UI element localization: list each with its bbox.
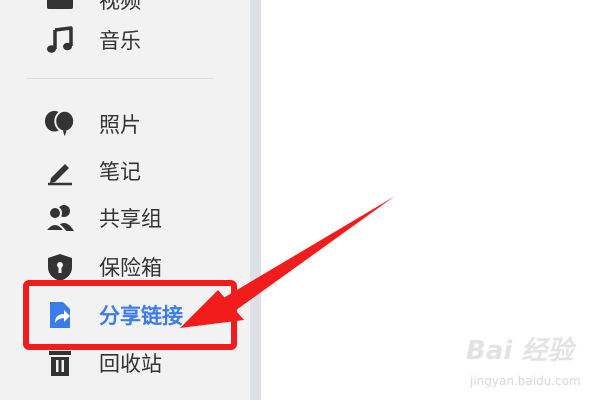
baidu-watermark: Bai 经验 jingyan.baidu.com	[466, 330, 596, 392]
sidebar-item-label: 笔记	[99, 160, 141, 184]
sidebar-item-label: 视频	[99, 0, 141, 13]
sidebar-item-label: 回收站	[99, 352, 162, 376]
annotation-highlight-box	[23, 280, 237, 350]
pen-icon	[44, 155, 76, 187]
sidebar-item-notes[interactable]: 笔记	[0, 149, 250, 193]
sidebar-item-music[interactable]: 音乐	[0, 18, 250, 62]
trash-icon	[44, 347, 76, 379]
video-icon	[44, 0, 76, 16]
watermark-url: jingyan.baidu.com	[470, 374, 581, 388]
photos-icon	[44, 108, 76, 140]
sidebar-item-label: 共享组	[99, 207, 162, 231]
sidebar-item-label: 保险箱	[99, 256, 162, 280]
watermark-brand: Bai 经验	[466, 336, 574, 366]
sidebar-item-label: 音乐	[99, 29, 141, 53]
music-note-icon	[44, 24, 76, 56]
shield-lock-icon	[44, 251, 76, 283]
sidebar-divider	[27, 78, 213, 79]
sidebar-border	[250, 0, 261, 400]
sidebar-item-label: 照片	[99, 113, 141, 137]
group-icon	[44, 202, 76, 234]
sidebar-item-shared-group[interactable]: 共享组	[0, 196, 250, 240]
sidebar-item-photos[interactable]: 照片	[0, 102, 250, 146]
